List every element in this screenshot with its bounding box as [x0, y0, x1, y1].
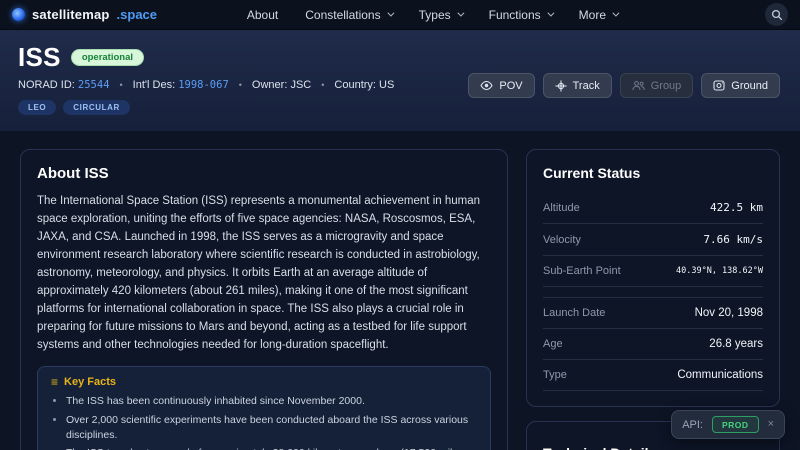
dot-separator: •	[120, 80, 123, 90]
key-facts-list: The ISS has been continuously inhabited …	[51, 394, 477, 450]
nav-item-about[interactable]: About	[247, 8, 278, 22]
track-button[interactable]: Track	[543, 73, 612, 98]
api-environment-toast: API: PROD ×	[671, 410, 785, 439]
status-row-launch-date: Launch Date Nov 20, 1998	[543, 298, 763, 329]
header-actions: POV Track Group Ground	[468, 73, 780, 98]
status-row-altitude: Altitude 422.5 km	[543, 192, 763, 224]
navbar: satellitemap .space About Constellations …	[0, 0, 800, 30]
owner-value: JSC	[290, 79, 311, 91]
satellite-header: ISS operational NORAD ID: 25544 • Int'l …	[0, 30, 800, 131]
key-fact-item: The ISS has been continuously inhabited …	[66, 394, 477, 409]
nav-item-more[interactable]: More	[579, 8, 617, 22]
key-facts-title: Key Facts	[64, 376, 116, 388]
current-status-title: Current Status	[543, 165, 763, 181]
eye-icon	[480, 80, 493, 91]
close-icon[interactable]: ×	[768, 419, 774, 430]
search-button[interactable]	[765, 3, 788, 26]
technical-details-title: Technical Details	[543, 445, 763, 450]
status-row-age: Age 26.8 years	[543, 329, 763, 360]
main-content: About ISS The International Space Statio…	[0, 131, 800, 450]
api-label: API:	[682, 419, 703, 431]
country-label: Country:	[334, 79, 376, 91]
owner-label: Owner:	[252, 79, 287, 91]
about-paragraph: The International Space Station (ISS) re…	[37, 193, 491, 354]
nav-item-types[interactable]: Types	[419, 8, 462, 22]
brand-logo[interactable]: satellitemap .space	[12, 7, 157, 22]
dot-separator: •	[239, 80, 242, 90]
ground-button[interactable]: Ground	[701, 73, 780, 98]
page-title: ISS	[18, 43, 61, 72]
intl-des-value[interactable]: 1998-067	[178, 79, 229, 91]
nav-item-constellations[interactable]: Constellations	[305, 8, 391, 22]
about-title: About ISS	[37, 165, 491, 182]
tag-circular[interactable]: CIRCULAR	[63, 100, 130, 115]
group-button[interactable]: Group	[620, 73, 694, 98]
country-value: US	[379, 79, 394, 91]
brand-tld: .space	[117, 7, 157, 22]
orbit-tags: LEO CIRCULAR	[18, 100, 780, 115]
norad-label: NORAD ID:	[18, 79, 75, 91]
chevron-down-icon	[612, 10, 619, 17]
satellite-globe-icon	[12, 8, 25, 21]
search-icon	[771, 9, 783, 21]
brand-name: satellitemap	[32, 7, 110, 22]
key-fact-item: Over 2,000 scientific experiments have b…	[66, 413, 477, 443]
key-fact-item: The ISS travels at a speed of approximat…	[66, 446, 477, 450]
nav-links: About Constellations Types Functions Mor…	[247, 8, 617, 22]
right-column: Current Status Altitude 422.5 km Velocit…	[526, 149, 780, 450]
pov-button[interactable]: POV	[468, 73, 534, 98]
nav-item-functions[interactable]: Functions	[489, 8, 552, 22]
chevron-down-icon	[387, 10, 394, 17]
current-status-card: Current Status Altitude 422.5 km Velocit…	[526, 149, 780, 407]
list-icon: ≡	[51, 376, 58, 388]
crosshair-icon	[555, 80, 567, 92]
chevron-down-icon	[547, 10, 554, 17]
section-divider	[543, 287, 763, 298]
status-row-velocity: Velocity 7.66 km/s	[543, 224, 763, 256]
intl-des-label: Int'l Des:	[133, 79, 175, 91]
key-facts-box: ≡ Key Facts The ISS has been continuousl…	[37, 366, 491, 450]
group-icon	[632, 80, 645, 91]
status-row-sub-earth-point: Sub-Earth Point 40.39°N, 138.62°W	[543, 256, 763, 287]
status-row-type: Type Communications	[543, 360, 763, 391]
about-card: About ISS The International Space Statio…	[20, 149, 508, 450]
norad-value[interactable]: 25544	[78, 79, 110, 91]
tag-leo[interactable]: LEO	[18, 100, 56, 115]
dot-separator: •	[321, 80, 324, 90]
status-badge: operational	[71, 49, 144, 66]
ground-camera-icon	[713, 80, 725, 91]
chevron-down-icon	[457, 10, 464, 17]
api-env-badge: PROD	[712, 416, 759, 433]
